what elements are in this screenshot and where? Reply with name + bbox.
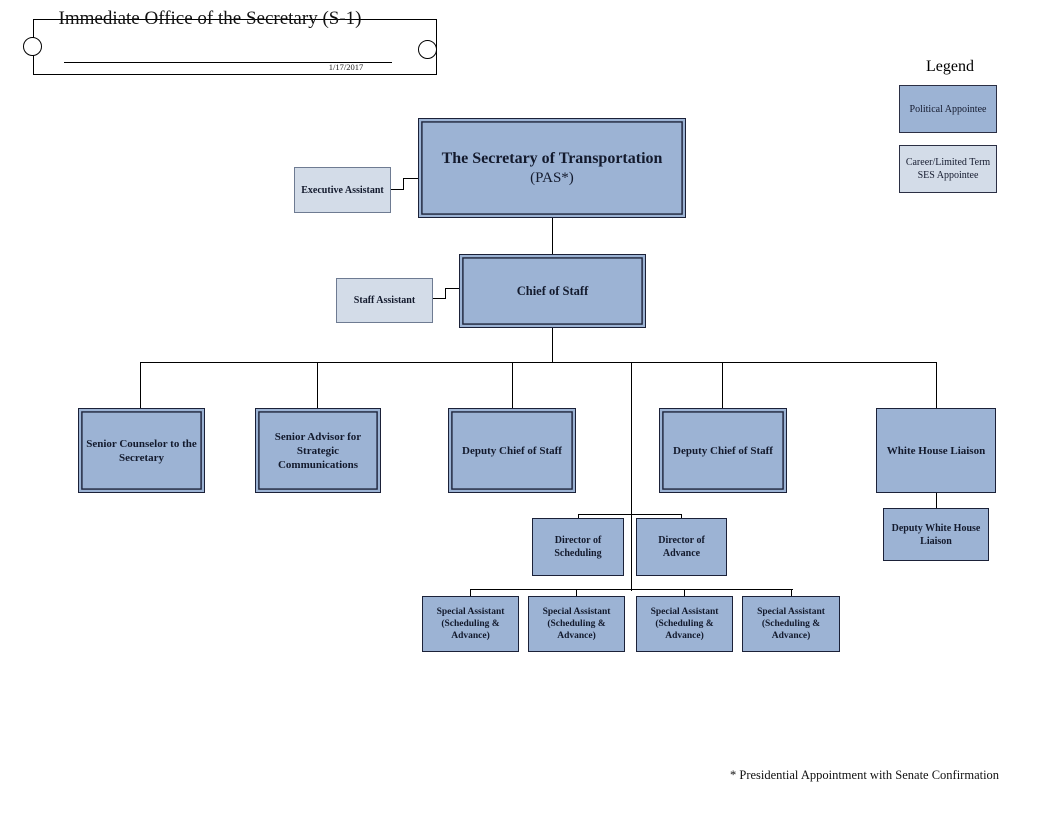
node-secretary-of-transportation[interactable]: The Secretary of Transportation (PAS*) <box>418 118 686 218</box>
connector-staff-assistant-h1 <box>432 298 446 300</box>
connector-drop-white-house-liaison <box>936 362 938 408</box>
connector-circle-right-icon <box>418 40 437 59</box>
connector-exec-assistant-h2 <box>403 178 419 180</box>
page-title: Immediate Office of the Secretary (S-1) <box>58 8 362 29</box>
node-special-assistant-4[interactable]: Special Assistant (Scheduling & Advance) <box>742 596 840 652</box>
node-deputy-chief-of-staff-2-label: Deputy Chief of Staff <box>673 444 773 457</box>
node-senior-counselor-label: Senior Counselor to the Secretary <box>86 437 197 464</box>
node-director-of-scheduling[interactable]: Director of Scheduling <box>532 518 624 576</box>
node-staff-assistant[interactable]: Staff Assistant <box>336 278 433 323</box>
connector-circle-left-icon <box>23 37 42 56</box>
connector-secretary-to-chief <box>552 218 554 254</box>
connector-drop-deputy-chief-1 <box>512 362 514 408</box>
node-special-assistant-1-label: Special Assistant (Scheduling & Advance) <box>436 607 505 641</box>
node-special-assistant-3[interactable]: Special Assistant (Scheduling & Advance) <box>636 596 733 652</box>
node-deputy-chief-of-staff-1-label: Deputy Chief of Staff <box>462 444 562 457</box>
connector-exec-assistant-v <box>403 178 405 190</box>
node-special-assistant-4-label: Special Assistant (Scheduling & Advance) <box>757 607 825 641</box>
node-deputy-chief-of-staff-2[interactable]: Deputy Chief of Staff <box>659 408 787 493</box>
node-secretary-label: The Secretary of Transportation (PAS*) <box>419 149 685 188</box>
node-director-of-scheduling-label: Director of Scheduling <box>554 535 602 559</box>
connector-exec-assistant-h1 <box>390 189 404 191</box>
node-white-house-liaison-label: White House Liaison <box>886 444 986 457</box>
connector-level3-bus <box>140 362 937 364</box>
connector-whl-to-deputy <box>936 493 938 508</box>
node-director-of-advance-label: Director of Advance <box>658 535 705 559</box>
connector-spine-scheduling <box>631 362 633 591</box>
legend-item-career: Career/Limited Term SES Appointee <box>899 145 997 193</box>
node-secretary-title: The Secretary of Transportation <box>441 149 663 167</box>
node-deputy-chief-of-staff-1[interactable]: Deputy Chief of Staff <box>448 408 576 493</box>
chart-date: 1/17/2017 <box>328 62 364 72</box>
node-deputy-white-house-liaison[interactable]: Deputy White House Liaison <box>883 508 989 561</box>
node-special-assistant-2[interactable]: Special Assistant (Scheduling & Advance) <box>528 596 625 652</box>
footnote: * Presidential Appointment with Senate C… <box>730 768 1000 782</box>
node-chief-of-staff[interactable]: Chief of Staff <box>459 254 646 328</box>
connector-special-assistants-bus <box>470 589 793 591</box>
connector-staff-assistant-v <box>445 288 447 299</box>
node-senior-advisor[interactable]: Senior Advisor for Strategic Communicati… <box>255 408 381 493</box>
node-white-house-liaison[interactable]: White House Liaison <box>876 408 996 493</box>
node-special-assistant-2-label: Special Assistant (Scheduling & Advance) <box>542 607 611 641</box>
node-director-of-advance[interactable]: Director of Advance <box>636 518 727 576</box>
legend-item-political-label: Political Appointee <box>909 103 987 115</box>
node-secretary-subtitle: (PAS*) <box>530 169 574 186</box>
node-senior-counselor[interactable]: Senior Counselor to the Secretary <box>78 408 205 493</box>
legend-title: Legend <box>926 58 974 75</box>
node-senior-advisor-label: Senior Advisor for Strategic Communicati… <box>274 430 362 471</box>
legend-item-career-label: Career/Limited Term SES Appointee <box>905 157 991 181</box>
connector-drop-deputy-chief-2 <box>722 362 724 408</box>
node-executive-assistant[interactable]: Executive Assistant <box>294 167 391 213</box>
node-staff-assistant-label: Staff Assistant <box>353 295 416 306</box>
node-deputy-white-house-liaison-label: Deputy White House Liaison <box>891 522 981 547</box>
connector-directors-bus <box>578 514 682 516</box>
connector-drop-senior-counselor <box>140 362 142 408</box>
legend-item-political: Political Appointee <box>899 85 997 133</box>
node-special-assistant-1[interactable]: Special Assistant (Scheduling & Advance) <box>422 596 519 652</box>
node-executive-assistant-label: Executive Assistant <box>301 184 384 196</box>
org-chart-canvas: Immediate Office of the Secretary (S-1) … <box>0 0 1056 816</box>
node-special-assistant-3-label: Special Assistant (Scheduling & Advance) <box>650 607 719 641</box>
connector-drop-senior-advisor <box>317 362 319 408</box>
node-chief-of-staff-label: Chief of Staff <box>516 284 589 298</box>
connector-chief-to-bus <box>552 328 554 363</box>
